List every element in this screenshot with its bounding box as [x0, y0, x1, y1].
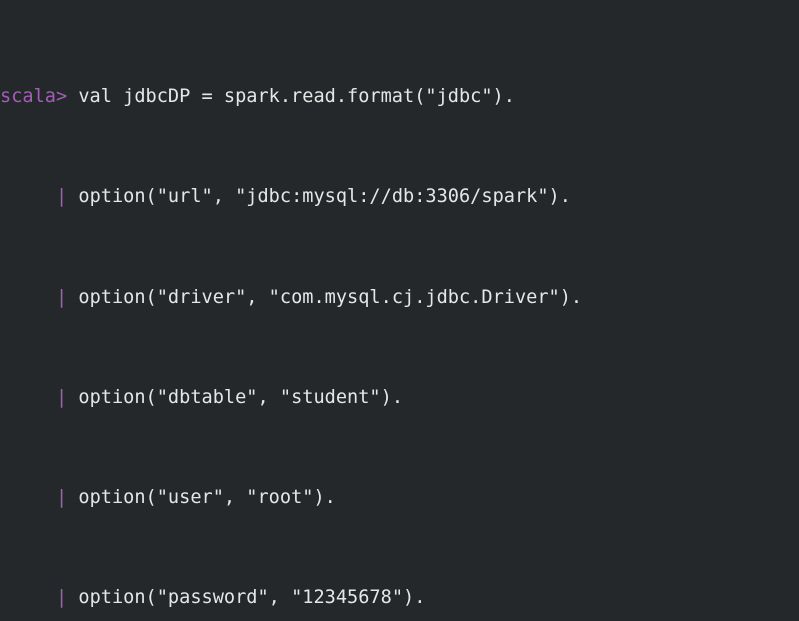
repl-continuation-line[interactable]: | option("user", "root").	[0, 485, 799, 510]
repl-continuation-line[interactable]: | option("url", "jdbc:mysql://db:3306/sp…	[0, 184, 799, 209]
repl-continuation-text: option("driver", "com.mysql.cj.jdbc.Driv…	[67, 286, 583, 308]
repl-input-line[interactable]: scala> val jdbcDP = spark.read.format("j…	[0, 84, 799, 109]
continuation-marker-icon: |	[55, 587, 68, 609]
continuation-marker-icon: |	[55, 186, 68, 208]
continuation-indent	[0, 387, 56, 408]
continuation-indent	[0, 587, 56, 608]
continuation-marker-icon: |	[55, 286, 68, 308]
repl-input-text: val jdbcDP = spark.read.format("jdbc").	[67, 86, 515, 108]
continuation-marker-icon: |	[55, 386, 68, 408]
repl-continuation-text: option("user", "root").	[67, 486, 336, 508]
repl-prompt: scala>	[0, 86, 68, 108]
repl-continuation-text: option("dbtable", "student").	[67, 386, 404, 408]
repl-continuation-line[interactable]: | option("dbtable", "student").	[0, 385, 799, 410]
terminal-output-area[interactable]: scala> val jdbcDP = spark.read.format("j…	[0, 0, 799, 621]
repl-continuation-text: option("url", "jdbc:mysql://db:3306/spar…	[67, 186, 571, 208]
repl-continuation-text: option("password", "12345678").	[67, 587, 426, 609]
continuation-indent	[0, 186, 56, 207]
repl-continuation-line[interactable]: | option("driver", "com.mysql.cj.jdbc.Dr…	[0, 285, 799, 310]
continuation-indent	[0, 287, 56, 308]
continuation-indent	[0, 487, 56, 508]
continuation-marker-icon: |	[55, 486, 68, 508]
repl-continuation-line[interactable]: | option("password", "12345678").	[0, 585, 799, 610]
